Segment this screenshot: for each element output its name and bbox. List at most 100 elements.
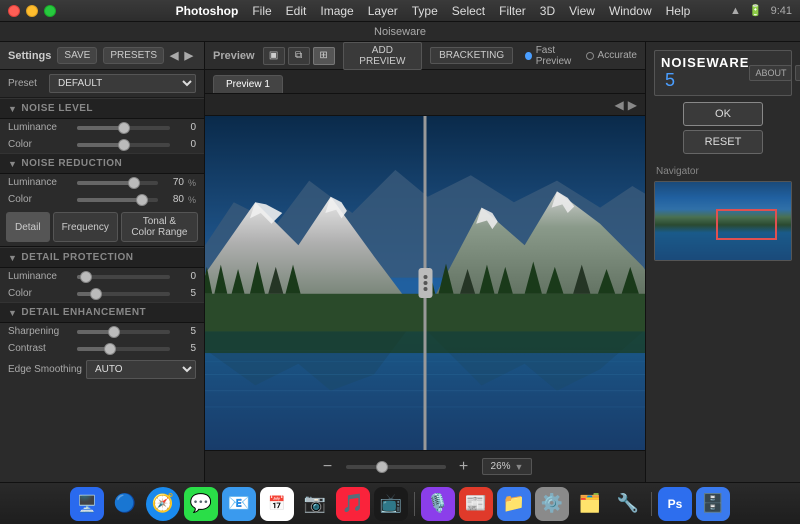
nav-right-arrow[interactable]: ▶ [628,98,637,112]
menu-layer[interactable]: Layer [368,4,398,18]
menu-edit[interactable]: Edit [286,4,307,18]
split-handle[interactable] [418,268,432,298]
split-view-btn[interactable]: ⧉ [288,47,310,65]
add-preview-button[interactable]: ADD PREVIEW [343,42,423,70]
ok-button[interactable]: OK [683,102,763,126]
menu-window[interactable]: Window [609,4,652,18]
single-view-btn[interactable]: ▣ [263,47,285,65]
fast-preview-label: Fast Preview [536,45,580,67]
contrast-slider[interactable] [77,347,170,351]
edge-smoothing-row: Edge Smoothing AUTO [0,357,204,382]
nav-left-arrow[interactable]: ◀ [615,98,624,112]
zoom-dropdown-icon: ▼ [515,462,524,472]
save-button[interactable]: SAVE [57,47,97,64]
noise-color-value: 0 [174,139,196,150]
compare-view-btn[interactable]: ⊞ [313,47,335,65]
preview-split-line[interactable] [424,116,427,450]
zoom-out-button[interactable]: − [318,458,338,476]
noiseware-logo-text: NOISEWARE [661,55,749,70]
section-noise-reduction[interactable]: ▼ NOISE REDUCTION [0,153,204,174]
navigator-thumbnail[interactable] [654,181,792,261]
menu-select[interactable]: Select [452,4,485,18]
section-detail-protection[interactable]: ▼ DETAIL PROTECTION [0,247,204,268]
tab-frequency[interactable]: Frequency [53,212,118,242]
zoom-value-box[interactable]: 26% ▼ [482,458,533,475]
contrast-label: Contrast [8,343,73,354]
menubar-time: 9:41 [771,5,792,17]
minimize-button[interactable] [26,5,38,17]
edge-smoothing-select[interactable]: AUTO [86,360,196,379]
bracketing-button[interactable]: BRACKETING [430,47,513,64]
accurate-dot [586,52,594,60]
accurate-radio[interactable]: Accurate [586,50,637,61]
noise-color-slider[interactable] [77,143,170,147]
noise-reduction-tabs: Detail Frequency Tonal & Color Range [0,208,204,247]
menu-3d[interactable]: 3D [540,4,555,18]
preview-options: Fast Preview Accurate [525,45,637,67]
menu-view[interactable]: View [569,4,595,18]
section-noise-level[interactable]: ▼ NOISE LEVEL [0,98,204,119]
noise-luminance-label: Luminance [8,122,73,133]
reduction-color-row: Color 80 % [0,191,204,208]
reduction-luminance-slider[interactable] [77,181,158,185]
preset-select[interactable]: DEFAULT [49,74,196,93]
tab-detail[interactable]: Detail [6,212,50,242]
preset-label: Preset [8,78,43,89]
close-button[interactable] [8,5,20,17]
noise-luminance-slider[interactable] [77,126,170,130]
section-arrow-4: ▼ [8,308,17,318]
menu-image[interactable]: Image [320,4,353,18]
fast-preview-radio[interactable]: Fast Preview [525,45,579,67]
reduction-color-pct: % [188,195,196,205]
navigator-viewport-rect[interactable] [716,209,777,240]
protection-color-label: Color [8,288,73,299]
help-button[interactable]: HELP [795,65,800,81]
noiseware-version: 5 [665,70,675,90]
edge-smoothing-label: Edge Smoothing [8,364,82,375]
section-arrow: ▼ [8,104,17,114]
menu-photoshop[interactable]: Photoshop [176,4,239,18]
preview-area [205,116,645,450]
menu-help[interactable]: Help [666,4,691,18]
navigator-section: Navigator [654,166,792,261]
protection-luminance-slider[interactable] [77,275,170,279]
preview-label: Preview [213,50,255,62]
section-title-text-4: DETAIL ENHANCEMENT [21,307,146,318]
menu-bar: Photoshop File Edit Image Layer Type Sel… [176,4,691,18]
menubar-right-icons: ▲ 🔋 9:41 [730,4,792,17]
protection-color-slider[interactable] [77,292,170,296]
section-detail-enhancement[interactable]: ▼ DETAIL ENHANCEMENT [0,302,204,323]
about-button[interactable]: ABOUT [749,65,792,81]
maximize-button[interactable] [44,5,56,17]
zoom-slider[interactable] [346,465,446,469]
preset-row: Preset DEFAULT [0,70,204,98]
reduction-luminance-pct: % [188,178,196,188]
noiseware-header-buttons: ABOUT HELP [749,65,800,81]
presets-arrow-right[interactable]: ▶ [185,49,193,62]
menu-filter[interactable]: Filter [499,4,526,18]
presets-button[interactable]: PRESETS [103,47,164,64]
reset-button[interactable]: RESET [683,130,763,154]
preview-tab-1[interactable]: Preview 1 [213,75,283,93]
presets-arrow-left[interactable]: ◀ [170,49,178,62]
fast-preview-dot [525,52,532,60]
zoom-thumb[interactable] [376,461,388,473]
section-arrow-2: ▼ [8,159,17,169]
traffic-lights [8,5,56,17]
reduction-color-value: 80 [162,194,184,205]
menu-file[interactable]: File [252,4,271,18]
reduction-color-slider[interactable] [77,198,158,202]
menubar-icon-battery: 🔋 [749,4,763,17]
preview-view-buttons: ▣ ⧉ ⊞ [263,47,335,65]
protection-color-row: Color 5 [0,285,204,302]
section-arrow-3: ▼ [8,253,17,263]
sharpening-slider[interactable] [77,330,170,334]
tab-tonal-color[interactable]: Tonal & Color Range [121,212,198,242]
zoom-in-button[interactable]: + [454,458,474,476]
menu-type[interactable]: Type [412,4,438,18]
noise-luminance-row: Luminance 0 [0,119,204,136]
section-title-text-3: DETAIL PROTECTION [21,252,133,263]
protection-luminance-value: 0 [174,271,196,282]
reduction-luminance-row: Luminance 70 % [0,174,204,191]
noise-color-row: Color 0 [0,136,204,153]
